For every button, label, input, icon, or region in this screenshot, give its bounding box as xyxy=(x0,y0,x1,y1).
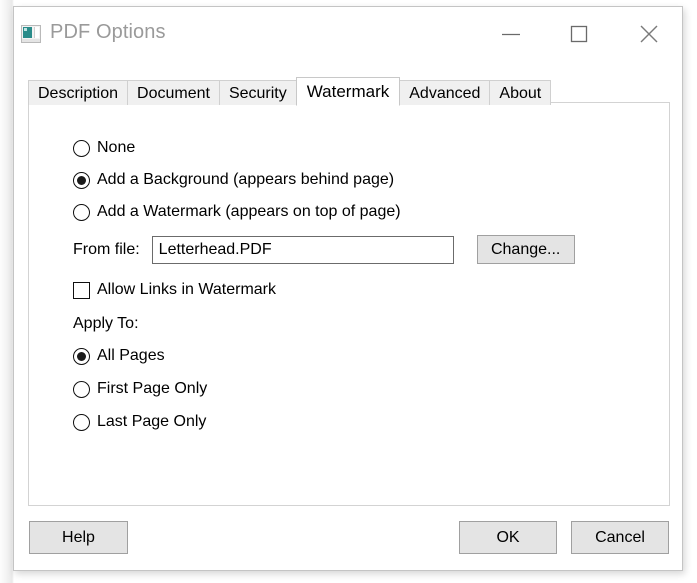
radio-option-first-page-only[interactable]: First Page Only xyxy=(73,380,207,398)
radio-all-pages-indicator[interactable] xyxy=(73,348,90,365)
radio-none-label: None xyxy=(97,139,135,157)
radio-first-page-label: First Page Only xyxy=(97,380,207,398)
maximize-button[interactable] xyxy=(556,15,602,53)
pdf-options-window-icon xyxy=(21,25,41,43)
window-title: PDF Options xyxy=(50,21,166,44)
help-button[interactable]: Help xyxy=(29,521,128,554)
tab-advanced[interactable]: Advanced xyxy=(399,80,490,105)
allow-links-label: Allow Links in Watermark xyxy=(97,281,276,299)
radio-add-watermark-indicator[interactable] xyxy=(73,204,90,221)
tab-strip: Description Document Security Watermark … xyxy=(28,77,550,105)
radio-last-page-label: Last Page Only xyxy=(97,413,206,431)
title-bar: PDF Options xyxy=(14,7,682,61)
close-icon xyxy=(637,22,661,46)
tab-document[interactable]: Document xyxy=(127,80,220,105)
watermark-tab-panel: None Add a Background (appears behind pa… xyxy=(28,102,670,506)
radio-option-add-background[interactable]: Add a Background (appears behind page) xyxy=(73,171,394,189)
pdf-options-dialog: PDF Options Description Document Securit… xyxy=(13,6,683,571)
allow-links-checkbox-row[interactable]: Allow Links in Watermark xyxy=(73,281,276,299)
radio-last-page-indicator[interactable] xyxy=(73,414,90,431)
radio-option-none[interactable]: None xyxy=(73,139,135,157)
minimize-icon xyxy=(500,27,522,41)
radio-option-last-page-only[interactable]: Last Page Only xyxy=(73,413,206,431)
tab-about[interactable]: About xyxy=(489,80,551,105)
radio-add-background-indicator[interactable] xyxy=(73,172,90,189)
tab-description[interactable]: Description xyxy=(28,80,128,105)
apply-to-label: Apply To: xyxy=(73,315,139,333)
radio-option-all-pages[interactable]: All Pages xyxy=(73,347,165,365)
maximize-icon xyxy=(568,23,590,45)
tab-security[interactable]: Security xyxy=(219,80,297,105)
radio-add-background-label: Add a Background (appears behind page) xyxy=(97,171,394,189)
close-button[interactable] xyxy=(626,15,672,53)
cancel-button[interactable]: Cancel xyxy=(571,521,669,554)
from-file-input[interactable] xyxy=(152,236,454,264)
tab-watermark[interactable]: Watermark xyxy=(296,77,401,106)
radio-none-indicator[interactable] xyxy=(73,140,90,157)
radio-option-add-watermark[interactable]: Add a Watermark (appears on top of page) xyxy=(73,203,401,221)
from-file-label: From file: xyxy=(73,241,140,259)
radio-add-watermark-label: Add a Watermark (appears on top of page) xyxy=(97,203,401,221)
minimize-button[interactable] xyxy=(488,15,534,53)
radio-first-page-indicator[interactable] xyxy=(73,381,90,398)
allow-links-checkbox[interactable] xyxy=(73,282,90,299)
ok-button[interactable]: OK xyxy=(459,521,557,554)
radio-all-pages-label: All Pages xyxy=(97,347,165,365)
change-file-button[interactable]: Change... xyxy=(477,235,575,264)
from-file-row: From file: Change... xyxy=(73,235,575,264)
